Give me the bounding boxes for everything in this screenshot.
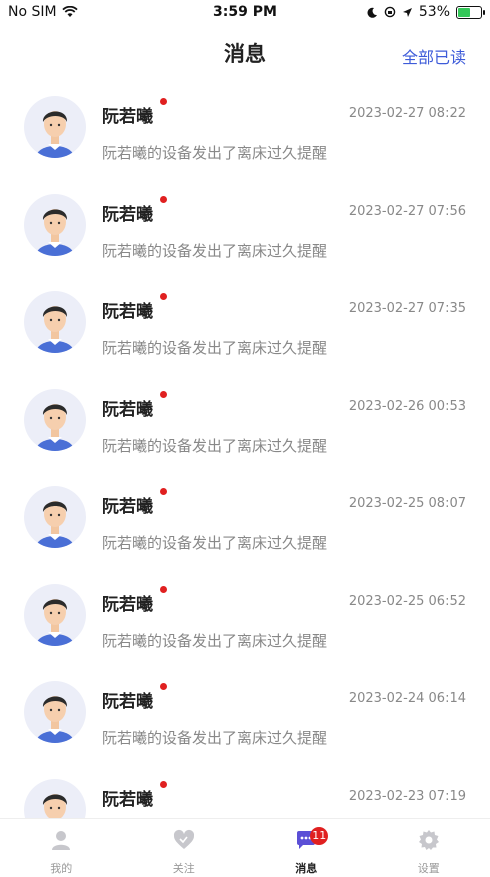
message-item[interactable]: 阮若曦 2023-02-27 07:56 阮若曦的设备发出了离床过久提醒 [0, 176, 490, 274]
tab-label: 设置 [368, 860, 490, 876]
unread-dot [160, 293, 167, 300]
unread-dot [160, 488, 167, 495]
unread-dot [160, 391, 167, 398]
mark-all-read-button[interactable]: 全部已读 [402, 44, 466, 68]
message-preview: 阮若曦的设备发出了离床过久提醒 [102, 142, 327, 163]
tab-label: 消息 [245, 860, 368, 876]
unread-dot [160, 683, 167, 690]
nav-bar: 消息 全部已读 [0, 26, 490, 78]
tab-label: 关注 [123, 860, 246, 876]
status-bar: No SIM 3:59 PM 53% [0, 0, 490, 26]
battery-icon [456, 6, 482, 19]
tab-messages[interactable]: 11 消息 [245, 819, 368, 877]
sender-name: 阮若曦 [102, 492, 153, 517]
message-preview: 阮若曦的设备发出了离床过久提醒 [102, 337, 327, 358]
sender-name: 阮若曦 [102, 785, 153, 810]
tab-label: 我的 [0, 860, 123, 876]
sender-name: 阮若曦 [102, 297, 153, 322]
message-time: 2023-02-27 07:56 [349, 204, 466, 219]
location-icon [402, 7, 413, 18]
message-item[interactable]: 阮若曦 2023-02-27 08:22 阮若曦的设备发出了离床过久提醒 [0, 78, 490, 176]
status-right: 53% [367, 4, 482, 20]
message-item[interactable]: 阮若曦 2023-02-26 00:53 阮若曦的设备发出了离床过久提醒 [0, 371, 490, 469]
sender-name: 阮若曦 [102, 687, 153, 712]
moon-icon [367, 7, 378, 18]
message-time: 2023-02-27 08:22 [349, 106, 466, 121]
sender-name: 阮若曦 [102, 590, 153, 615]
unread-dot [160, 586, 167, 593]
message-preview: 阮若曦的设备发出了离床过久提醒 [102, 435, 327, 456]
orientation-lock-icon [384, 6, 396, 18]
unread-dot [160, 196, 167, 203]
sender-name: 阮若曦 [102, 395, 153, 420]
message-time: 2023-02-23 07:19 [349, 789, 466, 804]
message-preview: 阮若曦的设备发出了离床过久提醒 [102, 240, 327, 261]
gear-icon [418, 829, 440, 851]
message-time: 2023-02-25 08:07 [349, 496, 466, 511]
avatar [24, 681, 86, 743]
sender-name: 阮若曦 [102, 102, 153, 127]
avatar [24, 291, 86, 353]
message-list[interactable]: 阮若曦2023-02-27 08:22阮若曦的设备发出了离床过久提醒阮若曦202… [0, 78, 490, 818]
battery-percent: 53% [419, 4, 450, 20]
avatar [24, 779, 86, 819]
message-preview: 阮若曦的设备发出了离床过久提醒 [102, 727, 327, 748]
sender-name: 阮若曦 [102, 200, 153, 225]
avatar [24, 584, 86, 646]
avatar [24, 96, 86, 158]
message-item[interactable]: 阮若曦 2023-02-24 06:14 阮若曦的设备发出了离床过久提醒 [0, 663, 490, 761]
person-icon [50, 829, 72, 851]
message-time: 2023-02-24 06:14 [349, 691, 466, 706]
unread-dot [160, 98, 167, 105]
avatar [24, 389, 86, 451]
tab-bar: 我的 关注 11 消息 设置 [0, 818, 490, 877]
heart-icon [173, 829, 195, 851]
message-time: 2023-02-26 00:53 [349, 399, 466, 414]
message-item[interactable]: 阮若曦 2023-02-23 07:19 [0, 761, 490, 819]
message-item[interactable]: 阮若曦 2023-02-27 07:35 阮若曦的设备发出了离床过久提醒 [0, 273, 490, 371]
message-preview: 阮若曦的设备发出了离床过久提醒 [102, 630, 327, 651]
unread-badge: 11 [310, 827, 328, 845]
message-preview: 阮若曦的设备发出了离床过久提醒 [102, 532, 327, 553]
avatar [24, 486, 86, 548]
message-time: 2023-02-27 07:35 [349, 301, 466, 316]
message-item[interactable]: 阮若曦 2023-02-25 08:07 阮若曦的设备发出了离床过久提醒 [0, 468, 490, 566]
tab-follow[interactable]: 关注 [123, 819, 246, 877]
tab-mine[interactable]: 我的 [0, 819, 123, 877]
message-time: 2023-02-25 06:52 [349, 594, 466, 609]
tab-settings[interactable]: 设置 [368, 819, 490, 877]
message-item[interactable]: 阮若曦 2023-02-25 06:52 阮若曦的设备发出了离床过久提醒 [0, 566, 490, 664]
avatar [24, 194, 86, 256]
unread-dot [160, 781, 167, 788]
